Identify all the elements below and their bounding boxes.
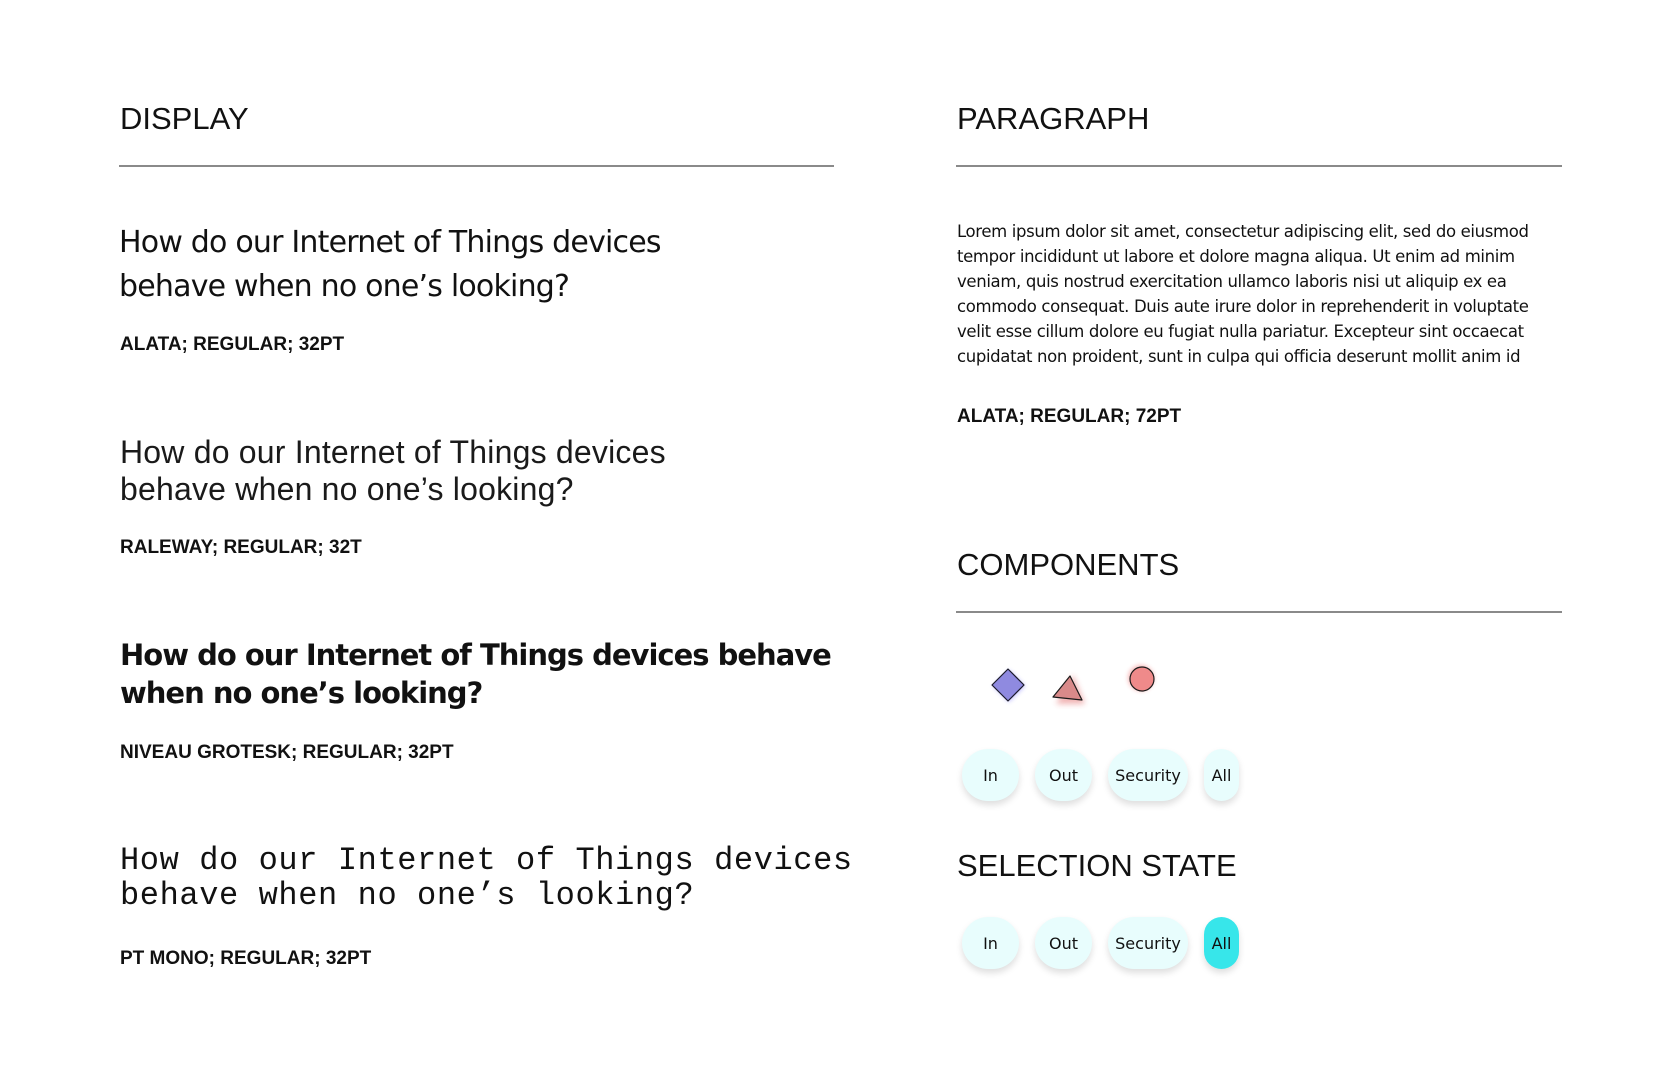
selection-pill-security[interactable]: Security [1108, 917, 1188, 969]
display-sample-alata: How do our Internet of Things devices be… [119, 221, 662, 309]
sample-line: How do our Internet of Things devices [120, 842, 853, 879]
display-sample-raleway: How do our Internet of Things devices be… [120, 434, 666, 508]
filter-pill-out[interactable]: Out [1035, 749, 1092, 801]
display-sample-mono: How do our Internet of Things devices be… [120, 843, 853, 913]
paragraph-divider [956, 165, 1562, 167]
selection-pill-in[interactable]: In [962, 917, 1019, 969]
filter-pill-security[interactable]: Security [1108, 749, 1188, 801]
sample-caption-niveau: NIVEAU GROTESK; REGULAR; 32PT [120, 742, 454, 763]
sample-line: behave when no one’s looking? [120, 471, 574, 507]
sample-caption-raleway: RALEWAY; REGULAR; 32T [120, 537, 362, 558]
sample-line: How do our Internet of Things devices [120, 434, 666, 470]
sample-caption-alata: ALATA; REGULAR; 32PT [120, 334, 345, 355]
paragraph-line: Lorem ipsum dolor sit amet, consectetur … [957, 222, 1529, 241]
circle-icon[interactable] [1122, 659, 1162, 699]
components-divider [956, 611, 1562, 613]
sample-line: How do our Internet of Things devices [119, 225, 662, 260]
paragraph-line: veniam, quis nostrud exercitation ullamc… [957, 272, 1507, 291]
filter-pill-in[interactable]: In [962, 749, 1019, 801]
paragraph-section-title: PARAGRAPH [957, 101, 1150, 136]
display-sample-niveau: How do our Internet of Things devices be… [120, 636, 832, 712]
sample-line: when no one’s looking? [120, 676, 483, 710]
paragraph-caption: ALATA; REGULAR; 72PT [957, 406, 1182, 427]
selection-pill-out[interactable]: Out [1035, 917, 1092, 969]
paragraph-line: cupidatat non proident, sunt in culpa qu… [957, 347, 1521, 366]
diamond-icon[interactable] [985, 664, 1033, 708]
paragraph-line: tempor incididunt ut labore et dolore ma… [957, 247, 1515, 266]
sample-line: behave when no one’s looking? [120, 877, 695, 914]
paragraph-line: velit esse cillum dolore eu fugiat nulla… [957, 322, 1524, 341]
display-divider [119, 165, 834, 167]
selection-pill-all-selected[interactable]: All [1204, 917, 1239, 969]
sample-caption-mono: PT MONO; REGULAR; 32PT [120, 948, 372, 969]
paragraph-sample: Lorem ipsum dolor sit amet, consectetur … [957, 219, 1529, 369]
sample-line: behave when no one’s looking? [119, 269, 570, 304]
filter-pill-all[interactable]: All [1204, 749, 1239, 801]
display-section-title: DISPLAY [120, 101, 249, 136]
paragraph-line: commodo consequat. Duis aute irure dolor… [957, 297, 1529, 316]
selection-state-section-title: SELECTION STATE [957, 848, 1237, 883]
components-section-title: COMPONENTS [957, 547, 1180, 582]
triangle-icon[interactable] [1047, 666, 1093, 716]
sample-line: How do our Internet of Things devices be… [120, 638, 832, 672]
